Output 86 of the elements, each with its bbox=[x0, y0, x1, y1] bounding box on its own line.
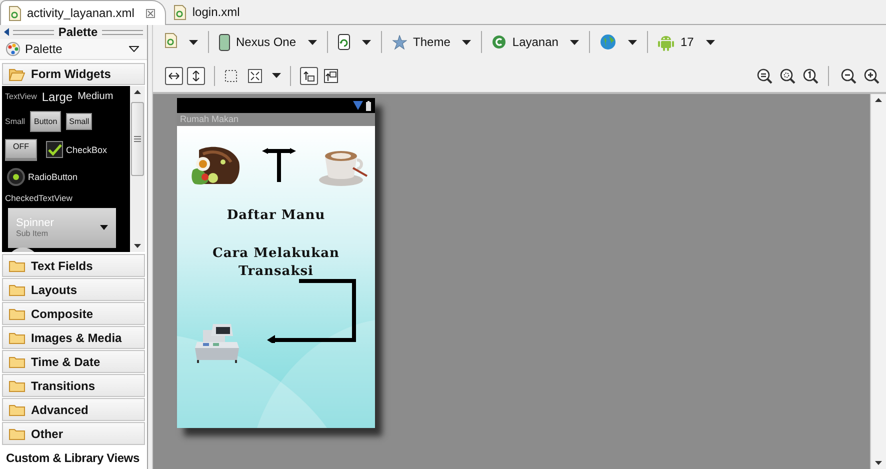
zoom-real-size-icon[interactable] bbox=[780, 68, 796, 84]
document-icon bbox=[174, 4, 186, 20]
button-widget[interactable]: Button bbox=[30, 110, 62, 132]
palette-category[interactable]: Form Widgets bbox=[2, 63, 145, 85]
editor-tab[interactable]: activity_layanan.xml bbox=[0, 0, 166, 25]
vertical-arrow-icon bbox=[192, 70, 200, 82]
wifi-icon bbox=[353, 101, 363, 110]
widget-label[interactable]: Large bbox=[42, 90, 73, 104]
folder-icon bbox=[9, 355, 25, 368]
toggle-button-widget[interactable]: OFF bbox=[5, 138, 37, 161]
menu-option[interactable]: Cara Melakukan Transaksi bbox=[191, 245, 361, 280]
folder-icon bbox=[9, 379, 25, 392]
menu-option[interactable]: Daftar Manu bbox=[177, 208, 375, 223]
widget-label[interactable]: CheckedTextView bbox=[5, 192, 72, 203]
widget-label[interactable]: TextView bbox=[5, 92, 37, 102]
layout-parent-button[interactable] bbox=[300, 66, 318, 84]
folder-icon bbox=[9, 259, 25, 272]
api-level-selector[interactable]: 17 bbox=[680, 35, 694, 49]
palette-icon bbox=[6, 42, 20, 56]
caret-icon[interactable] bbox=[362, 40, 372, 44]
palette-category[interactable]: Images & Media bbox=[2, 326, 145, 350]
scroll-up-icon[interactable] bbox=[875, 98, 882, 102]
expand-icon[interactable] bbox=[248, 68, 262, 82]
layout-child-button[interactable] bbox=[322, 66, 340, 84]
checkbox[interactable] bbox=[46, 141, 63, 158]
panel-title: Palette bbox=[58, 25, 98, 39]
activity-selector[interactable]: Layanan bbox=[512, 35, 558, 49]
palette-category[interactable]: Text Fields bbox=[2, 254, 145, 278]
palette-category[interactable]: Time & Date bbox=[2, 350, 145, 374]
t-arrow-icon bbox=[262, 148, 296, 182]
fit-width-button[interactable] bbox=[165, 66, 183, 84]
folder-icon bbox=[9, 307, 25, 320]
zoom-in-icon[interactable] bbox=[864, 68, 880, 84]
caret-icon[interactable] bbox=[570, 40, 580, 44]
folder-icon bbox=[9, 331, 25, 344]
caret-icon[interactable] bbox=[462, 40, 472, 44]
scroll-down-icon[interactable] bbox=[134, 244, 141, 248]
close-icon[interactable] bbox=[146, 8, 156, 18]
document-icon bbox=[165, 33, 177, 48]
scrollbar-thumb[interactable] bbox=[131, 102, 144, 176]
caret-icon bbox=[100, 225, 108, 230]
folder-icon bbox=[9, 403, 25, 416]
palette-category[interactable]: Composite bbox=[2, 302, 145, 326]
collapse-icon[interactable] bbox=[4, 28, 9, 36]
dropdown-icon[interactable] bbox=[129, 46, 139, 52]
button-widget[interactable]: Small bbox=[66, 112, 92, 130]
caret-icon[interactable] bbox=[272, 73, 281, 78]
caret-icon[interactable] bbox=[706, 40, 715, 44]
palette-category[interactable]: Transitions bbox=[2, 374, 145, 398]
widget-label[interactable]: RadioButton bbox=[28, 172, 78, 182]
class-icon bbox=[492, 35, 506, 49]
palette-category[interactable]: Advanced bbox=[2, 398, 145, 422]
scroll-up-icon[interactable] bbox=[134, 90, 141, 94]
phone-icon bbox=[219, 34, 230, 50]
widget-label[interactable]: CheckBox bbox=[66, 144, 108, 155]
rotate-icon bbox=[338, 34, 350, 50]
battery-icon bbox=[366, 100, 371, 110]
theme-selector[interactable]: Theme bbox=[413, 35, 450, 49]
editor-tab[interactable]: login.xml bbox=[166, 0, 250, 24]
caret-icon[interactable] bbox=[628, 40, 638, 44]
widget-label[interactable]: Medium bbox=[78, 91, 114, 102]
android-icon bbox=[658, 34, 674, 50]
star-icon bbox=[392, 34, 408, 50]
folder-icon bbox=[9, 427, 25, 440]
horizontal-arrow-icon bbox=[168, 72, 180, 80]
folder-icon bbox=[9, 283, 25, 296]
margins-icon[interactable] bbox=[224, 68, 238, 82]
zoom-fit-icon[interactable] bbox=[757, 68, 773, 84]
zoom-actual-icon[interactable] bbox=[803, 68, 819, 84]
elbow-arrow-icon bbox=[267, 279, 357, 343]
radio-button[interactable] bbox=[7, 168, 25, 186]
layout-file-icon[interactable] bbox=[165, 33, 177, 51]
open-folder-icon bbox=[9, 68, 25, 81]
palette-category[interactable]: Layouts bbox=[2, 278, 145, 302]
globe-icon bbox=[600, 34, 616, 50]
app-title: Rumah Makan bbox=[177, 113, 375, 126]
widget-label[interactable]: Small bbox=[5, 116, 26, 126]
palette-category[interactable]: Other bbox=[2, 422, 145, 446]
scroll-down-icon[interactable] bbox=[875, 461, 882, 465]
palette-category[interactable]: Custom & Library Views bbox=[2, 446, 145, 469]
fit-height-button[interactable] bbox=[187, 66, 205, 84]
caret-icon[interactable] bbox=[308, 40, 318, 44]
device-selector[interactable]: Nexus One bbox=[236, 35, 296, 49]
document-icon bbox=[9, 6, 21, 20]
zoom-out-icon[interactable] bbox=[841, 68, 857, 84]
caret-icon[interactable] bbox=[189, 40, 198, 44]
